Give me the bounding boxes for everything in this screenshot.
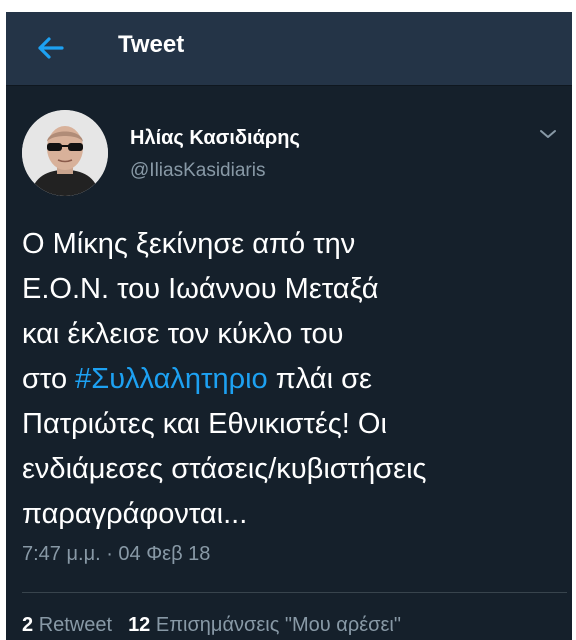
page-title: Tweet xyxy=(118,31,185,58)
tweet-text-fragment: πλάι σε xyxy=(267,363,372,395)
chevron-down-icon[interactable] xyxy=(538,124,558,144)
tweet-timestamp: 7:47 μ.μ. · 04 Φεβ 18 xyxy=(22,543,211,565)
like-label: Επισημάνσεις "Μου αρέσει" xyxy=(155,614,401,636)
tweet-line-hashtag: στο #Συλλαλητηριο πλάι σε xyxy=(22,357,567,402)
hashtag-link[interactable]: #Συλλαλητηριο xyxy=(75,363,268,395)
retweets-stat[interactable]: 2 Retweet xyxy=(22,614,112,636)
like-count: 12 xyxy=(128,614,151,636)
tweet-line: Ο Μίκης ξεκίνησε από την xyxy=(22,228,356,260)
divider xyxy=(22,592,567,593)
tweet-text: Ο Μίκης ξεκίνησε από την Ε.Ο.Ν. του Ιωάν… xyxy=(22,222,567,537)
tweet-line: ενδιάμεσες στάσεις/κυβιστήσεις xyxy=(22,453,427,485)
tweet-screen: Tweet Ηλίας Κασιδιάρης @IliasKasidiaris … xyxy=(6,12,572,640)
likes-stat[interactable]: 12 Επισημάνσεις "Μου αρέσει" xyxy=(128,614,401,636)
tweet-line: Ε.Ο.Ν. του Ιωάννου Μεταξά xyxy=(22,273,379,305)
back-arrow-icon[interactable] xyxy=(34,32,66,64)
author-name[interactable]: Ηλίας Κασιδιάρης xyxy=(130,127,300,150)
tweet-line: Πατριώτες και Εθνικιστές! Οι xyxy=(22,408,387,440)
tweet-stats: 2 Retweet 12 Επισημάνσεις "Μου αρέσει" xyxy=(22,614,401,637)
author-handle[interactable]: @IliasKasidiaris xyxy=(130,160,265,182)
retweet-count: 2 xyxy=(22,614,34,636)
avatar[interactable] xyxy=(22,110,108,196)
tweet-text-fragment: στο xyxy=(22,363,76,395)
retweet-label: Retweet xyxy=(38,614,113,636)
top-bar: Tweet xyxy=(6,12,572,86)
tweet-line: και έκλεισε τον κύκλο του xyxy=(22,318,344,350)
tweet-line: παραγράφονται... xyxy=(22,498,248,530)
